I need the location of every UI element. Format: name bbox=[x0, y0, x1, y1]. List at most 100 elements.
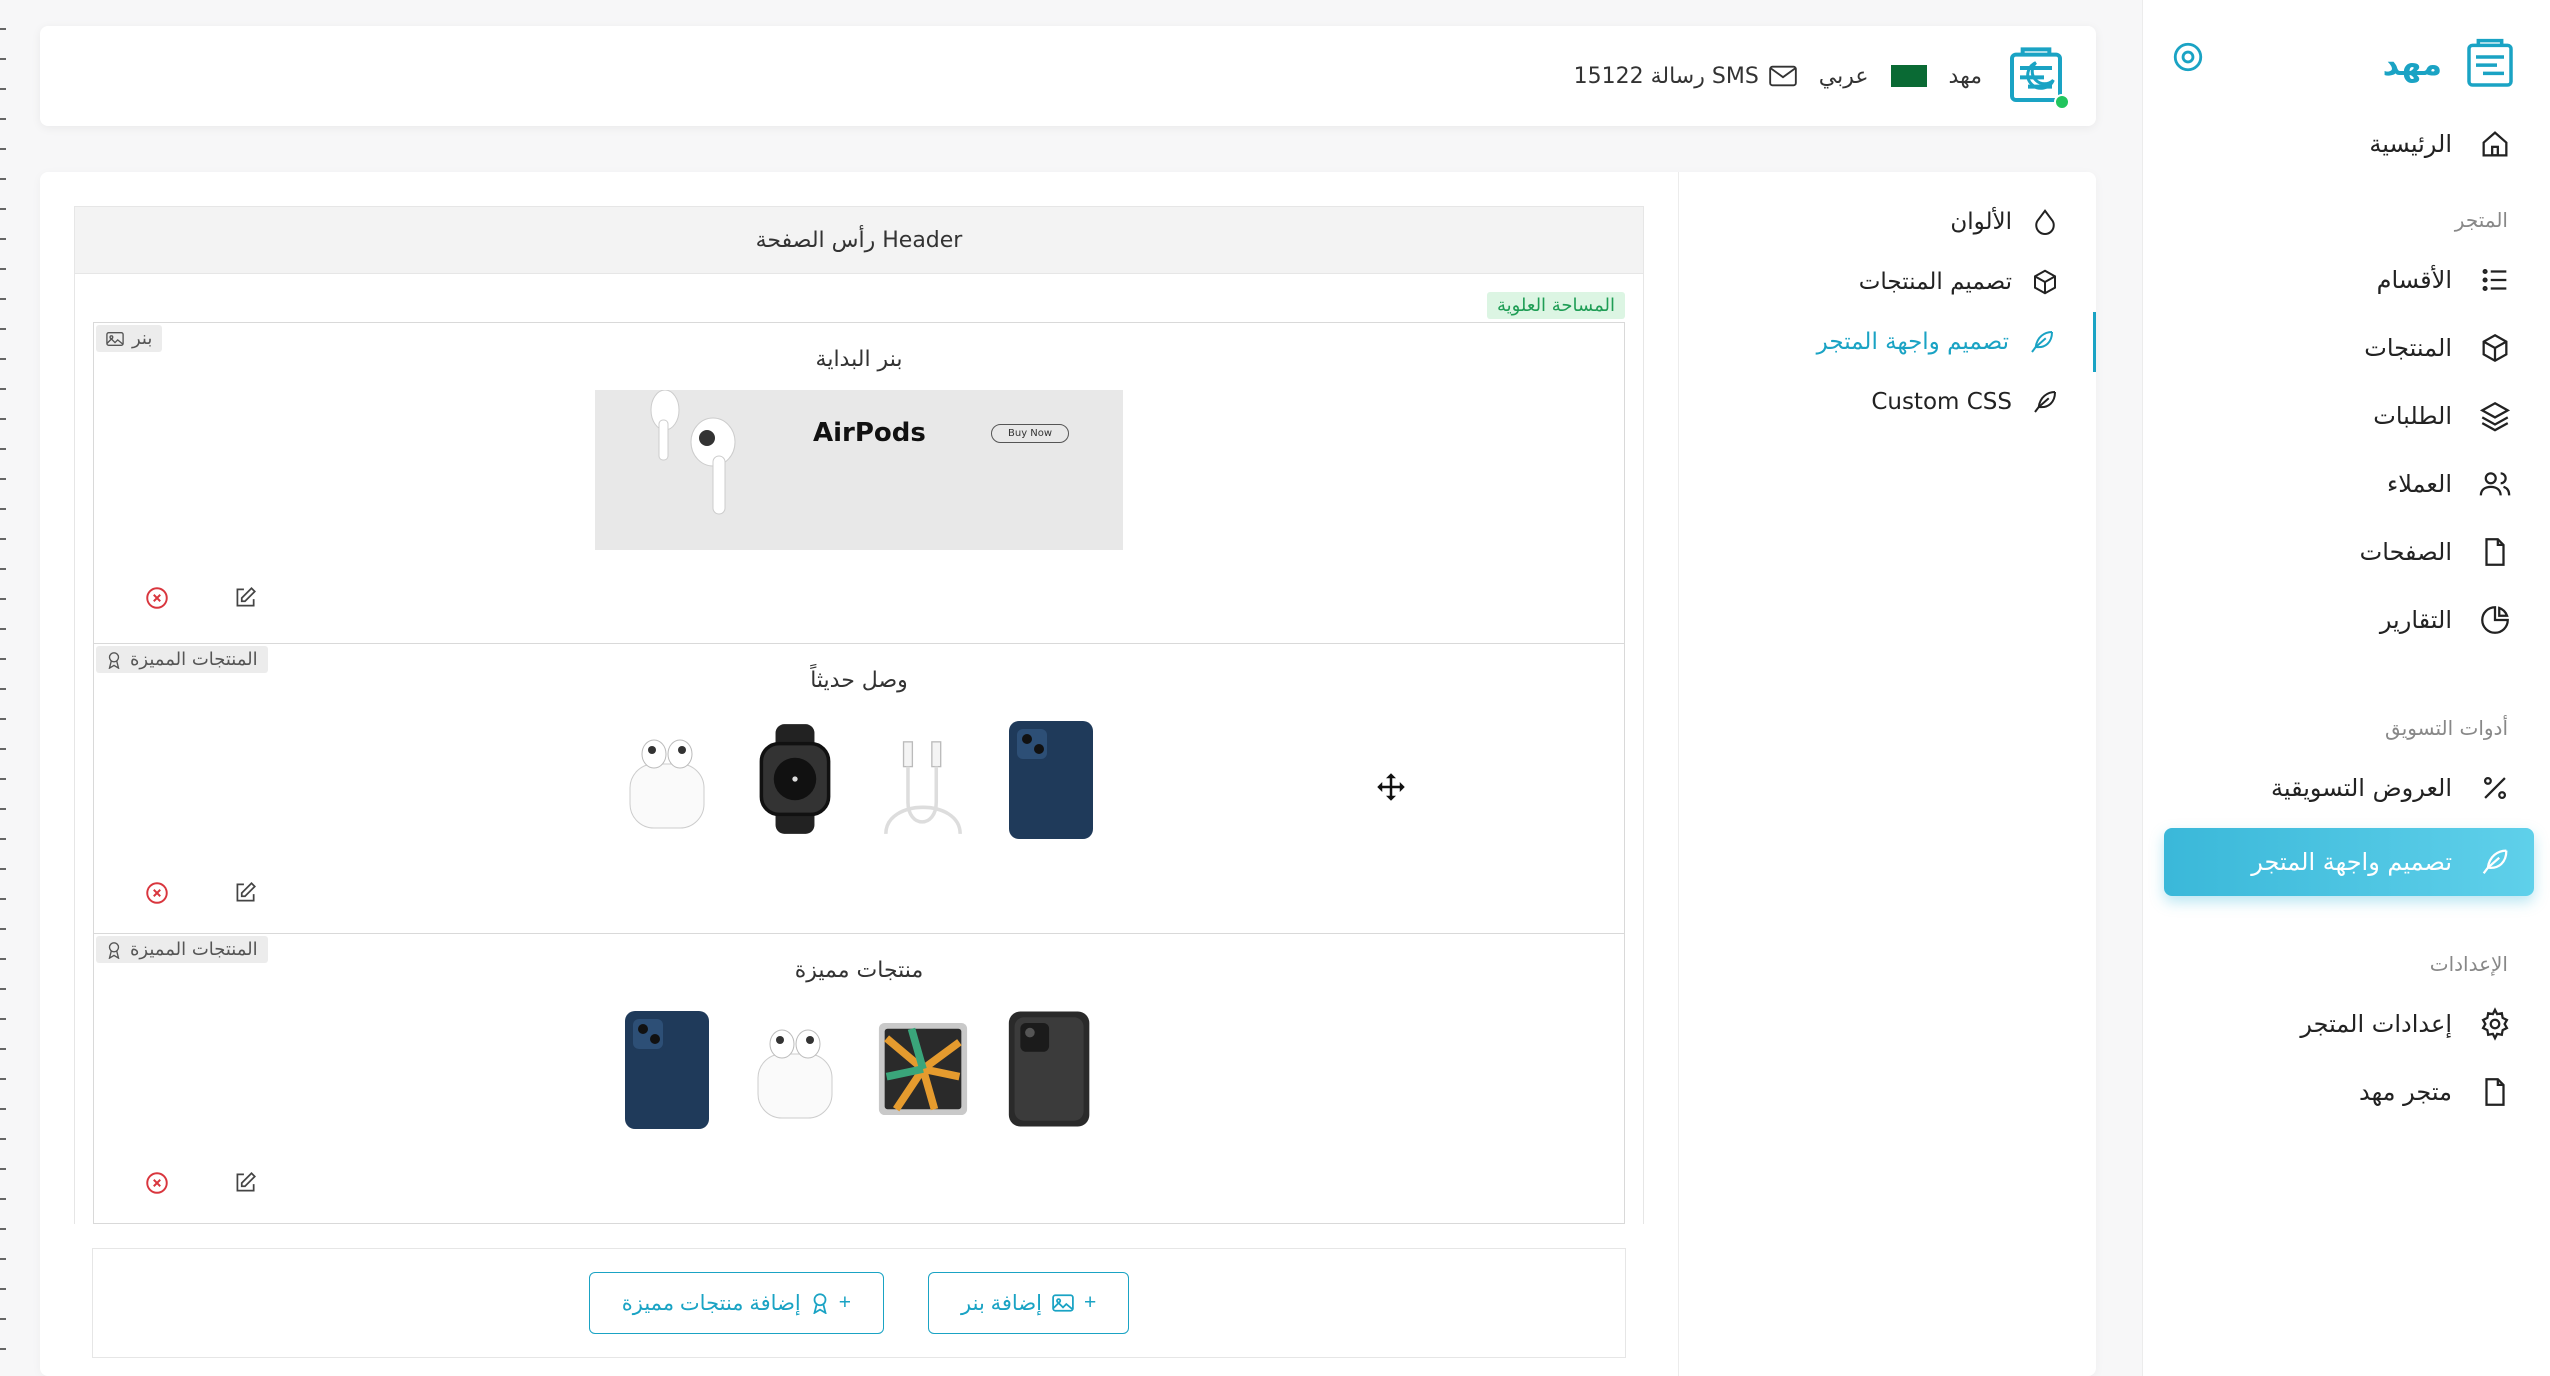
section-title: بنر البداية bbox=[815, 347, 903, 372]
sidebar-nav: الرئيسية المتجر الأقسام المنتجات الطلبات… bbox=[2142, 110, 2550, 1126]
sidebar-item-categories[interactable]: الأقسام bbox=[2142, 246, 2550, 314]
product-thumb-airpods bbox=[621, 717, 713, 841]
box-icon bbox=[2034, 269, 2056, 295]
sidebar-item-label: العروض التسويقية bbox=[2271, 774, 2452, 802]
sidebar-item-label: تصميم واجهة المتجر bbox=[2251, 848, 2452, 876]
file-icon bbox=[2485, 1078, 2505, 1106]
section-actions bbox=[144, 1170, 258, 1196]
nav-section-settings: الإعدادات bbox=[2429, 952, 2508, 976]
nav-section-store: المتجر bbox=[2454, 208, 2508, 232]
users-icon bbox=[2479, 472, 2511, 496]
sidebar-item-label: الصفحات bbox=[2359, 538, 2452, 566]
storefront-editor-card: الألوان تصميم المنتجات تصميم واجهة المتج… bbox=[40, 172, 2096, 1376]
sidebar-item-products[interactable]: المنتجات bbox=[2142, 314, 2550, 382]
section-start-banner[interactable]: بنر بنر البداية AirPods Buy Now bbox=[93, 322, 1625, 644]
droplet-icon bbox=[2035, 209, 2055, 235]
plus-icon: + bbox=[838, 1291, 852, 1314]
sidebar-item-pages[interactable]: الصفحات bbox=[2142, 518, 2550, 586]
sidebar-item-label: إعدادات المتجر bbox=[2300, 1010, 2452, 1038]
online-status-dot bbox=[2054, 94, 2070, 110]
sidebar-item-store-settings[interactable]: إعدادات المتجر bbox=[2142, 990, 2550, 1058]
box-icon bbox=[2482, 333, 2508, 363]
design-subnav: الألوان تصميم المنتجات تصميم واجهة المتج… bbox=[1678, 172, 2096, 1376]
sms-balance[interactable]: 15122 رسالة SMS bbox=[1574, 64, 1797, 89]
product-thumb-ipad bbox=[877, 1007, 969, 1131]
pie-chart-icon bbox=[2481, 606, 2509, 634]
moon-icon[interactable] bbox=[2020, 56, 2060, 96]
feather-icon bbox=[2031, 331, 2053, 353]
edit-icon[interactable] bbox=[232, 1170, 258, 1196]
add-banner-button[interactable]: + إضافة بنر bbox=[928, 1272, 1130, 1334]
product-thumb-watch bbox=[749, 717, 841, 841]
topbar-user-area: مهد عربي 15122 رسالة SMS bbox=[1574, 44, 2070, 110]
add-featured-products-button[interactable]: + إضافة منتجات مميزة bbox=[588, 1272, 885, 1334]
airpods-illustration bbox=[650, 389, 736, 515]
subnav-label: Custom CSS bbox=[1871, 389, 2012, 415]
mail-icon bbox=[1769, 65, 1797, 87]
image-icon bbox=[1052, 1294, 1074, 1312]
percent-icon bbox=[2483, 776, 2507, 800]
product-thumb-iphone bbox=[1005, 717, 1097, 841]
product-thumbnails bbox=[94, 1007, 1624, 1131]
layout-builder: رأس الصفحة Header المساحة العلوية بنر بن… bbox=[74, 206, 1644, 1358]
plus-icon: + bbox=[1083, 1291, 1097, 1314]
sidebar-item-orders[interactable]: الطلبات bbox=[2142, 382, 2550, 450]
award-icon bbox=[813, 1293, 827, 1314]
page-ruler bbox=[0, 0, 10, 1376]
award-icon bbox=[108, 941, 120, 959]
sidebar-item-label: التقارير bbox=[2379, 606, 2452, 634]
sidebar-item-label: المنتجات bbox=[2364, 334, 2452, 362]
badge-label: المنتجات المميزة bbox=[130, 939, 258, 960]
section-featured-products[interactable]: المنتجات المميزة منتجات مميزة bbox=[93, 934, 1625, 1224]
button-label: إضافة بنر bbox=[961, 1291, 1042, 1315]
product-thumb-iphone bbox=[621, 1007, 713, 1131]
sidebar-item-customers[interactable]: العملاء bbox=[2142, 450, 2550, 518]
sidebar-item-label: متجر مهد bbox=[2359, 1078, 2452, 1106]
badge-label: المنتجات المميزة bbox=[130, 649, 258, 670]
collapse-sidebar-icon[interactable] bbox=[2171, 40, 2205, 74]
section-type-badge: بنر bbox=[96, 325, 163, 352]
top-zone: المساحة العلوية بنر بنر البداية AirPods … bbox=[74, 274, 1644, 1224]
layers-icon bbox=[2479, 401, 2511, 432]
subnav-custom-css[interactable]: Custom CSS bbox=[1679, 372, 2096, 432]
file-icon bbox=[2485, 538, 2505, 566]
page-header-block[interactable]: رأس الصفحة Header bbox=[74, 206, 1644, 274]
delete-icon[interactable] bbox=[144, 585, 170, 611]
sidebar-item-storefront[interactable]: تصميم واجهة المتجر bbox=[2164, 828, 2534, 896]
feather-icon bbox=[2034, 391, 2056, 413]
section-type-badge: المنتجات المميزة bbox=[96, 936, 268, 963]
subnav-product-design[interactable]: تصميم المنتجات bbox=[1679, 252, 2096, 312]
home-icon bbox=[2482, 131, 2508, 157]
sidebar-item-home[interactable]: الرئيسية bbox=[2142, 110, 2550, 178]
subnav-colors[interactable]: الألوان bbox=[1679, 192, 2096, 252]
section-title: منتجات مميزة bbox=[794, 958, 924, 983]
brand-logo-icon bbox=[2467, 38, 2513, 87]
sidebar-item-reports[interactable]: التقارير bbox=[2142, 586, 2550, 654]
subnav-storefront-design[interactable]: تصميم واجهة المتجر bbox=[1679, 312, 2096, 372]
badge-label: بنر bbox=[132, 328, 153, 349]
award-icon bbox=[108, 651, 120, 669]
edit-icon[interactable] bbox=[232, 880, 258, 906]
sidebar-item-store-page[interactable]: متجر مهد bbox=[2142, 1058, 2550, 1126]
sidebar-item-label: الرئيسية bbox=[2369, 130, 2452, 158]
move-cursor-icon bbox=[1377, 773, 1405, 801]
feather-icon bbox=[2482, 849, 2508, 875]
sidebar-item-label: الطلبات bbox=[2373, 402, 2452, 430]
saudi-flag-icon bbox=[1890, 65, 1927, 87]
user-name[interactable]: مهد bbox=[1949, 64, 1982, 89]
zone-tag: المساحة العلوية bbox=[1486, 292, 1625, 319]
brand[interactable]: مهد bbox=[2383, 36, 2518, 92]
product-thumb-cable bbox=[877, 717, 969, 841]
delete-icon[interactable] bbox=[144, 880, 170, 906]
top-bar: مهد عربي 15122 رسالة SMS bbox=[40, 26, 2096, 126]
button-label: إضافة منتجات مميزة bbox=[621, 1291, 801, 1315]
edit-icon[interactable] bbox=[232, 585, 258, 611]
add-section-bar: + إضافة منتجات مميزة + إضافة بنر bbox=[92, 1248, 1626, 1358]
sidebar-item-offers[interactable]: العروض التسويقية bbox=[2142, 754, 2550, 822]
subnav-label: تصميم واجهة المتجر bbox=[1816, 329, 2009, 355]
sidebar-item-label: الأقسام bbox=[2376, 266, 2452, 294]
delete-icon[interactable] bbox=[144, 1170, 170, 1196]
section-title: وصل حديثاً bbox=[810, 668, 908, 693]
language-switcher[interactable]: عربي bbox=[1819, 64, 1869, 89]
section-actions bbox=[144, 880, 258, 906]
